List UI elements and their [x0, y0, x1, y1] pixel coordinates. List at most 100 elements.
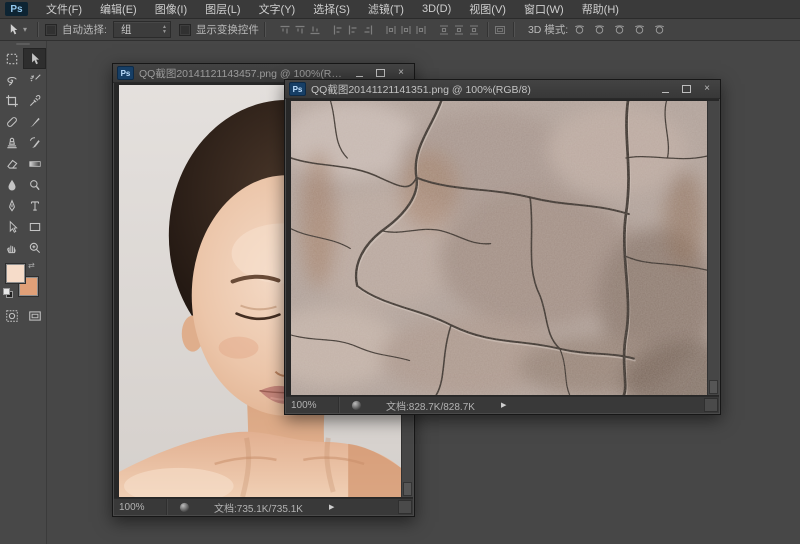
gradient-tool[interactable]: [23, 153, 46, 174]
distribute-vertical-centers[interactable]: [399, 22, 414, 37]
color-swatches: ⇄: [0, 262, 46, 302]
swap-colors-icon[interactable]: ⇄: [28, 261, 35, 270]
show-transform-controls-label: 显示变换控件: [196, 22, 259, 37]
crop-tool[interactable]: [0, 90, 23, 111]
scrollbar-corner[interactable]: [403, 482, 412, 496]
distribute-bottom-edges[interactable]: [414, 22, 429, 37]
eyedropper-tool[interactable]: [23, 90, 46, 111]
menu-item-image[interactable]: 图像(I): [146, 0, 196, 18]
canvas-area: [286, 99, 719, 397]
menu-list: 文件(F)编辑(E)图像(I)图层(L)文字(Y)选择(S)滤镜(T)3D(D)…: [37, 0, 628, 18]
options-divider: [513, 22, 514, 37]
menu-item-edit[interactable]: 编辑(E): [91, 0, 146, 18]
3d-drag[interactable]: [613, 23, 627, 37]
clone-stamp-tool[interactable]: [0, 132, 23, 153]
default-colors-icon[interactable]: [3, 288, 11, 296]
rectangular-marquee-tool[interactable]: [0, 48, 23, 69]
maximize-button[interactable]: [676, 83, 696, 96]
auto-select-target-dropdown[interactable]: 组 ▲▼: [113, 21, 171, 38]
move-tool-icon: [7, 23, 20, 36]
pen-tool[interactable]: [0, 195, 23, 216]
spinner-arrows-icon: ▲▼: [162, 25, 167, 34]
3d-scale[interactable]: [653, 23, 667, 37]
history-brush-tool[interactable]: [23, 132, 46, 153]
rectangle-tool[interactable]: [23, 216, 46, 237]
minimize-button[interactable]: [349, 67, 369, 80]
menu-bar: Ps 文件(F)编辑(E)图像(I)图层(L)文字(Y)选择(S)滤镜(T)3D…: [0, 0, 800, 19]
align-top-edges[interactable]: [278, 22, 293, 37]
path-selection-tool[interactable]: [0, 216, 23, 237]
vertical-scrollbar[interactable]: [707, 101, 719, 395]
scrollbar-corner[interactable]: [709, 380, 718, 394]
close-button[interactable]: ×: [391, 67, 411, 80]
status-menu-arrow-icon[interactable]: ▶: [329, 503, 334, 511]
menu-item-window[interactable]: 窗口(W): [515, 0, 573, 18]
minimize-button[interactable]: [655, 83, 675, 96]
3d-rotate[interactable]: [573, 23, 587, 37]
texture-artwork: [291, 101, 707, 395]
window-controls: ×: [655, 83, 717, 96]
align-buttons: [270, 22, 482, 37]
menu-item-select[interactable]: 选择(S): [304, 0, 359, 18]
menu-item-view[interactable]: 视图(V): [460, 0, 515, 18]
active-tool-preset[interactable]: ▾: [0, 23, 32, 36]
panel-grip[interactable]: [0, 40, 46, 48]
options-divider: [37, 22, 38, 37]
align-horizontal-centers[interactable]: [346, 22, 361, 37]
foreground-color-swatch[interactable]: [6, 264, 25, 283]
quick-mask-mode[interactable]: [0, 305, 23, 326]
distribute-horizontal-centers[interactable]: [452, 22, 467, 37]
zoom-level-field[interactable]: 100%: [286, 397, 339, 413]
auto-align-layers-button[interactable]: [493, 22, 508, 37]
status-bar: 100% 文档:735.1K/735.1K ▶: [114, 498, 413, 515]
3d-roll[interactable]: [593, 23, 607, 37]
align-vertical-centers[interactable]: [293, 22, 308, 37]
photoshop-logo: Ps: [5, 2, 28, 16]
quick-selection-tool[interactable]: [23, 69, 46, 90]
menu-item-3d[interactable]: 3D(D): [413, 0, 460, 18]
auto-select-value: 组: [121, 22, 132, 37]
window-title-bar[interactable]: Ps QQ截图20141121141351.png @ 100%(RGB/8) …: [285, 80, 720, 99]
distribute-top-edges[interactable]: [384, 22, 399, 37]
options-divider: [487, 22, 488, 37]
ps-file-icon: Ps: [117, 66, 134, 80]
maximize-button[interactable]: [370, 67, 390, 80]
show-transform-controls-checkbox[interactable]: [179, 24, 191, 36]
close-button[interactable]: ×: [697, 83, 717, 96]
align-left-edges[interactable]: [331, 22, 346, 37]
distribute-left-edges[interactable]: [437, 22, 452, 37]
align-bottom-edges[interactable]: [308, 22, 323, 37]
eraser-tool[interactable]: [0, 153, 23, 174]
auto-align-layers-icon: [494, 24, 506, 36]
brush-tool[interactable]: [23, 111, 46, 132]
align-right-edges[interactable]: [361, 22, 376, 37]
resize-corner[interactable]: [704, 398, 718, 412]
menu-item-type[interactable]: 文字(Y): [250, 0, 305, 18]
status-menu-arrow-icon[interactable]: ▶: [501, 401, 506, 409]
menu-item-file[interactable]: 文件(F): [37, 0, 91, 18]
maximize-icon: [376, 69, 385, 77]
menu-item-layer[interactable]: 图层(L): [196, 0, 249, 18]
zoom-level-field[interactable]: 100%: [114, 499, 167, 515]
3d-slide[interactable]: [633, 23, 647, 37]
spot-healing-brush-tool[interactable]: [0, 111, 23, 132]
horizontal-type-tool[interactable]: [23, 195, 46, 216]
tools-panel: ⇄: [0, 40, 47, 544]
3d-mode-label: 3D 模式:: [528, 22, 568, 37]
zoom-tool[interactable]: [23, 237, 46, 258]
lasso-tool[interactable]: [0, 69, 23, 90]
auto-select-checkbox[interactable]: [45, 24, 57, 36]
dodge-tool[interactable]: [23, 174, 46, 195]
menu-item-filter[interactable]: 滤镜(T): [359, 0, 413, 18]
blur-tool[interactable]: [0, 174, 23, 195]
hand-tool[interactable]: [0, 237, 23, 258]
menu-item-help[interactable]: 帮助(H): [573, 0, 628, 18]
tool-options-bar: ▾ 自动选择: 组 ▲▼ 显示变换控件 3D 模式:: [0, 19, 800, 41]
distribute-right-edges[interactable]: [467, 22, 482, 37]
workflow-sphere-icon: [351, 400, 362, 411]
move-tool[interactable]: [23, 48, 46, 69]
document-size-info: 文档:735.1K/735.1K: [214, 500, 303, 515]
resize-corner[interactable]: [398, 500, 412, 514]
maximize-icon: [682, 85, 691, 93]
screen-mode[interactable]: [23, 305, 46, 326]
